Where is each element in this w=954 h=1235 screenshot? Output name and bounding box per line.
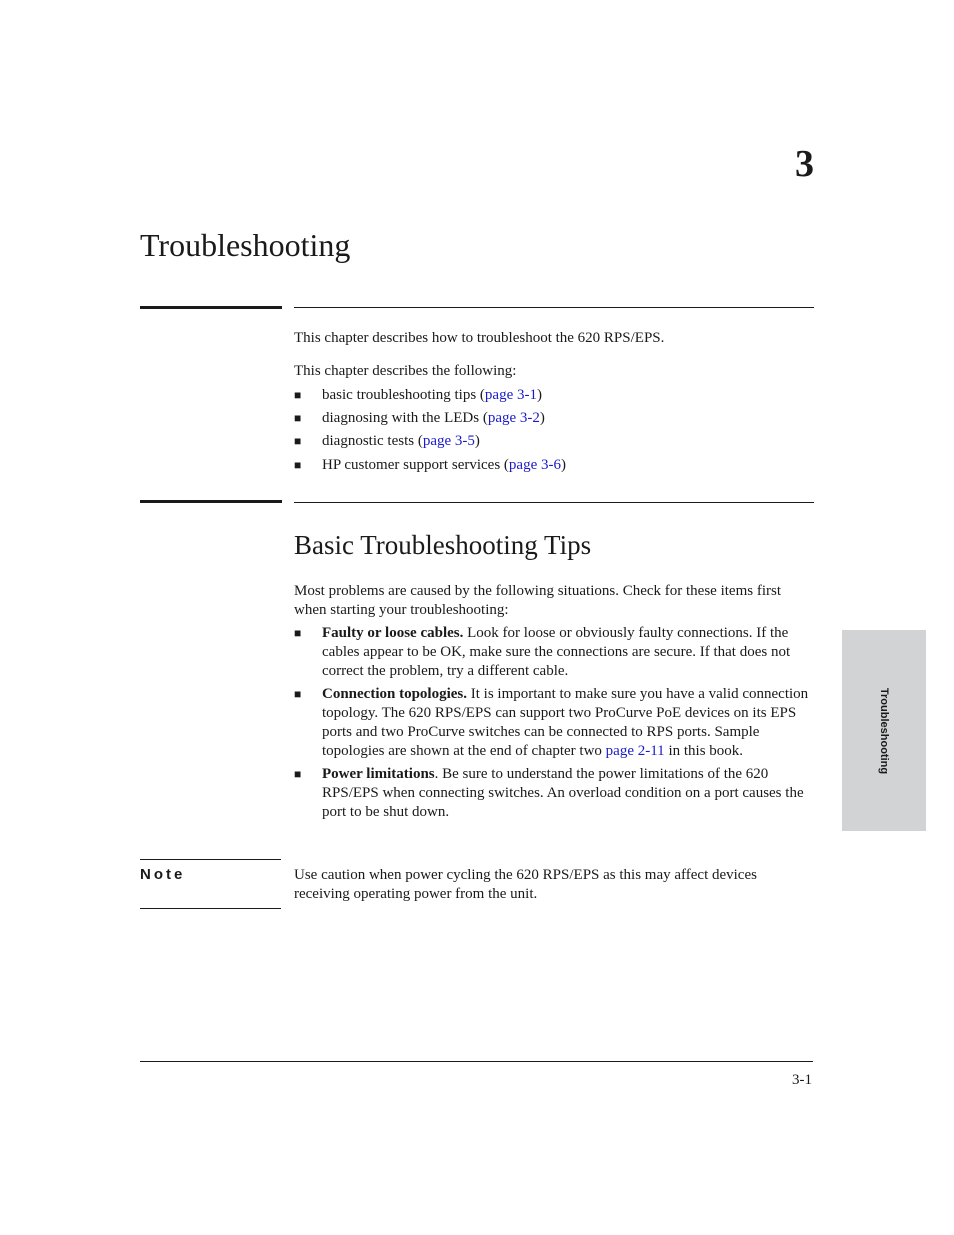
bullet-icon: ■	[294, 626, 302, 640]
chapter-title: Troubleshooting	[140, 227, 351, 263]
chapter-number: 3	[795, 143, 814, 185]
page-link[interactable]: page 3-1	[485, 387, 537, 403]
list-item: ■ basic troubleshooting tips (page 3-1)	[294, 387, 542, 403]
page-link[interactable]: page 3-5	[423, 433, 475, 449]
bullet-icon: ■	[294, 388, 302, 402]
chapter-contents-list: ■ basic troubleshooting tips (page 3-1) …	[294, 386, 814, 475]
bullet-icon: ■	[294, 687, 302, 701]
intro-list-lead: This chapter describes the following:	[294, 363, 517, 379]
section-title: Basic Troubleshooting Tips	[294, 530, 592, 560]
page-link[interactable]: page 3-6	[509, 457, 561, 473]
intro-paragraph: This chapter describes how to troublesho…	[294, 330, 665, 346]
bullet-icon: ■	[294, 434, 302, 448]
note-label: Note	[140, 866, 186, 883]
page-number: 3-1	[792, 1072, 812, 1088]
chapter-side-tab: Troubleshooting	[842, 630, 926, 831]
bullet-icon: ■	[294, 767, 302, 781]
list-item: ■ Power limitations. Be sure to understa…	[294, 766, 804, 820]
note-rule-bottom	[140, 908, 281, 909]
list-item: ■ diagnosing with the LEDs (page 3-2)	[294, 410, 545, 426]
section-divider	[294, 502, 814, 503]
bullet-icon: ■	[294, 411, 302, 425]
footer-rule	[140, 1061, 813, 1062]
section-divider	[294, 307, 814, 308]
section-intro: Most problems are caused by the followin…	[294, 583, 781, 618]
list-item: ■ Faulty or loose cables. Look for loose…	[294, 625, 791, 679]
list-item: ■ HP customer support services (page 3-6…	[294, 457, 566, 473]
bullet-icon: ■	[294, 458, 302, 472]
side-tab-label: Troubleshooting	[878, 687, 890, 774]
page-link[interactable]: page 3-2	[488, 410, 540, 426]
note-rule-top	[140, 859, 281, 860]
list-item: ■ Connection topologies. It is important…	[294, 686, 809, 759]
list-item: ■ diagnostic tests (page 3-5)	[294, 433, 480, 449]
troubleshooting-tips-list: ■ Faulty or loose cables. Look for loose…	[294, 624, 814, 822]
margin-rule	[140, 500, 282, 503]
margin-rule	[140, 306, 282, 309]
note-text: Use caution when power cycling the 620 R…	[294, 867, 757, 902]
page-link[interactable]: page 2-11	[606, 743, 665, 759]
